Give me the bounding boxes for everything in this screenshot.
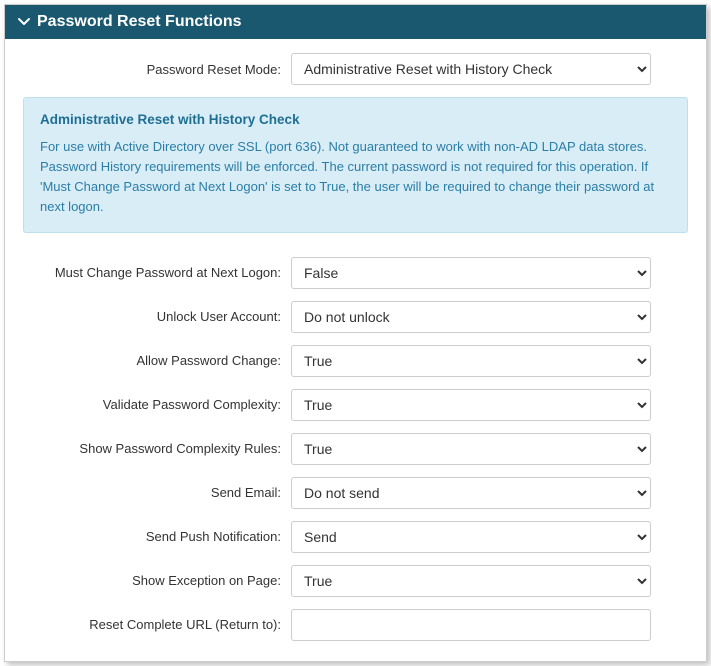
- row-show-exception-on-page: Show Exception on Page: True: [23, 565, 688, 597]
- row-send-push-notification: Send Push Notification: Send: [23, 521, 688, 553]
- label-must-change-password: Must Change Password at Next Logon:: [23, 265, 291, 280]
- select-allow-password-change[interactable]: True: [291, 345, 651, 377]
- select-show-exception-on-page[interactable]: True: [291, 565, 651, 597]
- row-unlock-user-account: Unlock User Account: Do not unlock: [23, 301, 688, 333]
- select-password-reset-mode[interactable]: Administrative Reset with History Check: [291, 53, 651, 85]
- select-validate-password-complexity[interactable]: True: [291, 389, 651, 421]
- row-allow-password-change: Allow Password Change: True: [23, 345, 688, 377]
- label-allow-password-change: Allow Password Change:: [23, 353, 291, 368]
- label-show-password-complexity-rules: Show Password Complexity Rules:: [23, 441, 291, 456]
- row-password-reset-mode: Password Reset Mode: Administrative Rese…: [23, 53, 688, 85]
- select-must-change-password[interactable]: False: [291, 257, 651, 289]
- panel-body: Password Reset Mode: Administrative Rese…: [5, 39, 706, 661]
- label-send-email: Send Email:: [23, 485, 291, 500]
- infobox-mode-description: Administrative Reset with History Check …: [23, 97, 688, 233]
- select-show-password-complexity-rules[interactable]: True: [291, 433, 651, 465]
- password-reset-functions-panel: Password Reset Functions Password Reset …: [4, 4, 707, 662]
- label-validate-password-complexity: Validate Password Complexity:: [23, 397, 291, 412]
- row-show-password-complexity-rules: Show Password Complexity Rules: True: [23, 433, 688, 465]
- select-send-email[interactable]: Do not send: [291, 477, 651, 509]
- select-send-push-notification[interactable]: Send: [291, 521, 651, 553]
- label-reset-complete-url: Reset Complete URL (Return to):: [23, 617, 291, 632]
- row-validate-password-complexity: Validate Password Complexity: True: [23, 389, 688, 421]
- panel-title: Password Reset Functions: [37, 13, 242, 31]
- infobox-body: For use with Active Directory over SSL (…: [40, 137, 671, 218]
- select-unlock-user-account[interactable]: Do not unlock: [291, 301, 651, 333]
- row-send-email: Send Email: Do not send: [23, 477, 688, 509]
- row-must-change-password: Must Change Password at Next Logon: Fals…: [23, 257, 688, 289]
- label-unlock-user-account: Unlock User Account:: [23, 309, 291, 324]
- input-reset-complete-url[interactable]: [291, 609, 651, 641]
- label-password-reset-mode: Password Reset Mode:: [23, 62, 291, 77]
- label-show-exception-on-page: Show Exception on Page:: [23, 573, 291, 588]
- panel-header[interactable]: Password Reset Functions: [5, 5, 706, 39]
- infobox-title: Administrative Reset with History Check: [40, 112, 671, 127]
- chevron-down-icon: [17, 15, 31, 29]
- label-send-push-notification: Send Push Notification:: [23, 529, 291, 544]
- row-reset-complete-url: Reset Complete URL (Return to):: [23, 609, 688, 641]
